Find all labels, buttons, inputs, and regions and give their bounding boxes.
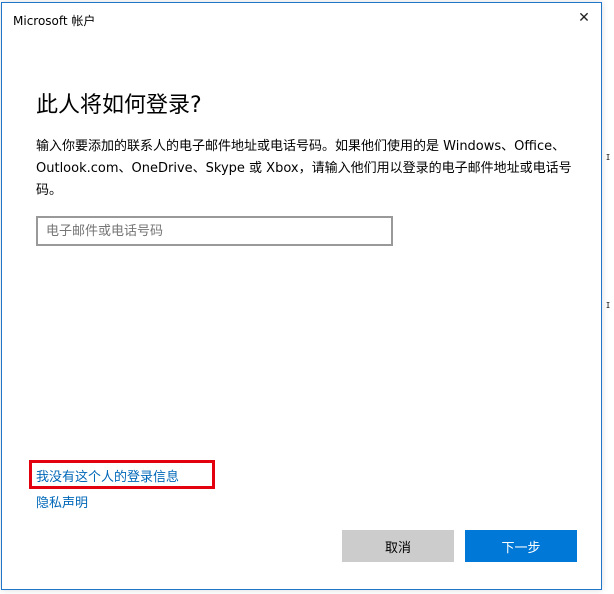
background-edge-fragment: ɪ xyxy=(606,150,611,163)
privacy-statement-link[interactable]: 隐私声明 xyxy=(36,492,88,511)
window-title: Microsoft 帐户 xyxy=(13,14,96,28)
instructions-text: 输入你要添加的联系人的电子邮件地址或电话号码。如果他们使用的是 Windows、… xyxy=(36,139,572,198)
cancel-button[interactable]: 取消 xyxy=(342,530,454,562)
title-bar: Microsoft 帐户 ✕ xyxy=(2,3,601,35)
background-edge-fragment: ɪ xyxy=(606,298,611,311)
microsoft-account-dialog: Microsoft 帐户 ✕ 此人将如何登录? 输入你要添加的联系人的电子邮件地… xyxy=(1,2,602,590)
page-title: 此人将如何登录? xyxy=(36,93,202,118)
email-or-phone-field[interactable] xyxy=(36,216,393,246)
close-icon: ✕ xyxy=(578,10,590,26)
next-button[interactable]: 下一步 xyxy=(465,530,577,562)
email-or-phone-input[interactable] xyxy=(38,218,391,244)
close-button[interactable]: ✕ xyxy=(567,3,601,33)
no-signin-info-link[interactable]: 我没有这个人的登录信息 xyxy=(36,466,179,485)
